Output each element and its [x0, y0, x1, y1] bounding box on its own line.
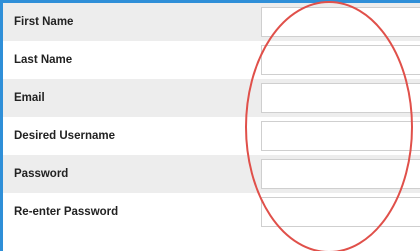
form-row-reenter-password: Re-enter Password — [3, 193, 420, 231]
form-row-email: Email — [3, 79, 420, 117]
password-input[interactable] — [261, 159, 420, 189]
email-input[interactable] — [261, 83, 420, 113]
reenter-password-input[interactable] — [261, 197, 420, 227]
reenter-password-label: Re-enter Password — [14, 206, 119, 218]
form-row-first-name: First Name — [3, 3, 420, 41]
registration-form: First Name Last Name Email Desired Usern… — [0, 0, 420, 251]
email-label: Email — [14, 92, 45, 104]
desired-username-label: Desired Username — [14, 130, 115, 142]
desired-username-input[interactable] — [261, 121, 420, 151]
form-row-password: Password — [3, 155, 420, 193]
last-name-label: Last Name — [14, 54, 73, 66]
first-name-label: First Name — [14, 16, 74, 28]
form-row-desired-username: Desired Username — [3, 117, 420, 155]
form-row-last-name: Last Name — [3, 41, 420, 79]
password-label: Password — [14, 168, 69, 180]
first-name-input[interactable] — [261, 7, 420, 37]
last-name-input[interactable] — [261, 45, 420, 75]
